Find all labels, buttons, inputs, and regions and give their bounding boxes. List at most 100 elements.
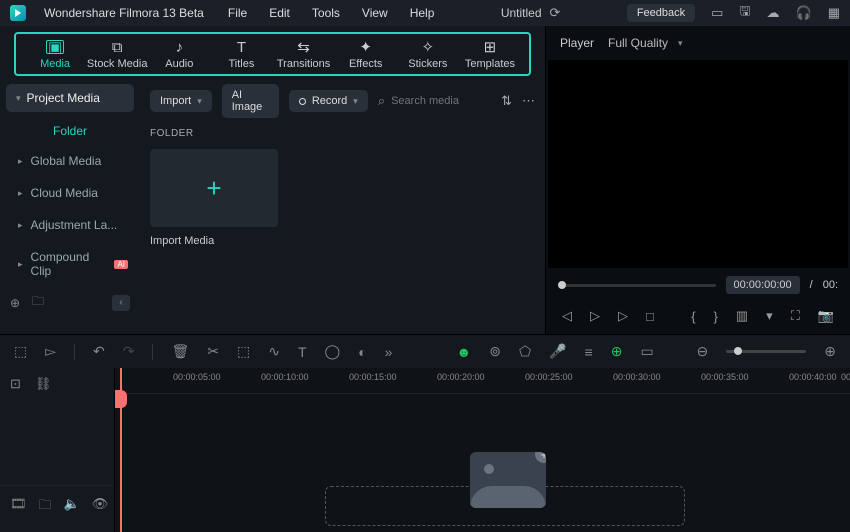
next-frame-icon[interactable]: ▷ <box>618 308 628 324</box>
mute-track-icon[interactable]: 🔈 <box>64 496 80 518</box>
undo-icon[interactable]: ↶ <box>93 343 105 360</box>
project-title[interactable]: Untitled <box>501 6 542 20</box>
timeline: ⊡ ⛓ 🎞 🗀 🔈 👁 00:00:05:00 00:00:10:00 00:0… <box>0 368 850 532</box>
sidebar-item-adjustment-layer[interactable]: ▸ Adjustment La... <box>6 210 134 240</box>
mixer-icon[interactable]: ≡ <box>585 344 593 360</box>
mark-out-icon[interactable]: } <box>714 309 718 324</box>
save-icon[interactable]: 🖫 <box>739 2 750 24</box>
track-type-icon[interactable]: 🎞 <box>10 496 27 518</box>
playback-settings-icon[interactable]: ▾ <box>766 308 773 324</box>
more-options-icon[interactable]: ⋯ <box>522 93 535 109</box>
add-track-icon[interactable]: 🗀 <box>39 496 52 518</box>
main-menu: File Edit Tools View Help <box>228 6 435 20</box>
tab-audio[interactable]: ♪ Audio <box>148 40 210 70</box>
sidebar-item-cloud-media[interactable]: ▸ Cloud Media <box>6 178 134 208</box>
chevron-right-icon: ▸ <box>18 188 23 199</box>
crop-icon[interactable]: ⬚ <box>237 343 250 360</box>
prev-frame-icon[interactable]: ◁ <box>562 308 572 324</box>
split-icon[interactable]: ✂ <box>207 343 219 360</box>
filter-icon[interactable]: ⇅ <box>501 93 512 109</box>
ruler-tick: 00:00:15:00 <box>349 372 397 382</box>
ruler-tick: 00:00:05:00 <box>173 372 221 382</box>
tab-media[interactable]: ▣ Media <box>24 40 86 70</box>
timeline-toolbar: ⬚ ▻ ↶ ↷ 🗑 ✂ ⬚ ∿ T ◯ ◐ » ☻ ⊚ ⬠ 🎤 ≡ ⊕ ▭ ⊖ … <box>0 334 850 368</box>
sidebar-item-compound-clip[interactable]: ▸ Compound Clip AI <box>6 242 134 286</box>
redo-icon[interactable]: ↷ <box>123 343 135 360</box>
tab-templates-label: Templates <box>465 58 515 70</box>
sidebar-item-global-media[interactable]: ▸ Global Media <box>6 146 134 176</box>
app-logo-icon <box>10 5 26 21</box>
cloud-icon[interactable]: ☁ <box>767 5 780 21</box>
mark-in-icon[interactable]: { <box>691 309 695 324</box>
dragged-clip-thumbnail[interactable]: + <box>470 452 546 508</box>
add-clip-icon[interactable]: + <box>535 452 546 463</box>
search-icon[interactable]: ⌕ <box>378 93 385 109</box>
ruler-tick: 00:00:40:00 <box>789 372 837 382</box>
chevron-down-icon: ▾ <box>197 96 202 107</box>
record-dot-icon <box>299 98 306 105</box>
search-input[interactable] <box>391 95 491 107</box>
track-area[interactable]: + <box>115 394 850 532</box>
zoom-slider[interactable] <box>726 350 806 353</box>
snapshot-icon[interactable]: 📷 <box>818 308 834 324</box>
stock-media-icon: ⧉ <box>108 40 126 54</box>
folder-filter[interactable]: Folder <box>6 114 134 144</box>
import-dropdown[interactable]: Import ▾ <box>150 90 212 112</box>
delete-icon[interactable]: 🗑 <box>171 343 189 360</box>
selection-tool-icon[interactable]: ⬚ <box>14 343 27 360</box>
ai-assistant-icon[interactable]: ☻ <box>456 344 471 360</box>
folder-icon[interactable]: 🗀 <box>32 292 44 313</box>
tab-stickers[interactable]: ✧ Stickers <box>397 40 459 70</box>
tab-templates[interactable]: ⊞ Templates <box>459 40 521 70</box>
collapse-sidebar-button[interactable]: ‹ <box>112 295 130 311</box>
visibility-icon[interactable]: 👁 <box>92 496 109 518</box>
link-toggle-icon[interactable]: ⛓ <box>35 376 52 392</box>
aspect-ratio-icon[interactable]: ▭ <box>640 343 653 360</box>
add-bin-icon[interactable]: ⊕ <box>10 296 20 310</box>
apps-grid-icon[interactable]: ▦ <box>828 5 840 21</box>
video-preview[interactable] <box>548 60 848 268</box>
render-icon[interactable]: ⊚ <box>489 343 501 360</box>
quality-dropdown[interactable]: Full Quality ▾ <box>608 36 683 50</box>
display-icon[interactable]: ▭ <box>711 5 723 21</box>
voiceover-icon[interactable]: 🎤 <box>549 343 566 360</box>
tab-titles[interactable]: T Titles <box>210 40 272 70</box>
menu-help[interactable]: Help <box>410 6 435 20</box>
pointer-tool-icon[interactable]: ▻ <box>45 343 56 360</box>
ai-image-button[interactable]: AI Image <box>222 84 279 118</box>
fullscreen-icon[interactable]: ⛶ <box>791 308 800 324</box>
menu-edit[interactable]: Edit <box>269 6 290 20</box>
play-icon[interactable]: ▷ <box>590 308 600 324</box>
menu-tools[interactable]: Tools <box>312 6 340 20</box>
chevron-right-icon: ▸ <box>18 220 23 231</box>
sync-status-icon[interactable]: ⟳ <box>550 5 561 21</box>
record-dropdown[interactable]: Record ▾ <box>289 90 368 112</box>
marker-icon[interactable]: ⬠ <box>519 343 531 360</box>
tab-transitions[interactable]: ⇆ Transitions <box>273 40 335 70</box>
color-icon[interactable]: ◐ <box>358 344 366 360</box>
speed-icon[interactable]: ∿ <box>268 343 280 360</box>
text-tool-icon[interactable]: T <box>298 344 307 360</box>
time-ruler[interactable]: 00:00:05:00 00:00:10:00 00:00:15:00 00:0… <box>115 368 850 394</box>
more-tools-icon[interactable]: » <box>385 344 393 360</box>
tab-stock-media[interactable]: ⧉ Stock Media <box>86 40 148 70</box>
stop-icon[interactable]: □ <box>646 309 654 324</box>
tab-effects[interactable]: ✦ Effects <box>335 40 397 70</box>
project-media-button[interactable]: ▾ Project Media <box>6 84 134 112</box>
media-tabs: ▣ Media ⧉ Stock Media ♪ Audio T Titles ⇆… <box>14 32 531 76</box>
zoom-out-icon[interactable]: ⊖ <box>697 343 709 360</box>
menu-file[interactable]: File <box>228 6 247 20</box>
playback-slider[interactable] <box>558 284 716 287</box>
feedback-button[interactable]: Feedback <box>627 4 695 22</box>
templates-icon: ⊞ <box>481 40 499 54</box>
auto-reframe-icon[interactable]: ⊕ <box>611 343 623 360</box>
keyframe-icon[interactable]: ◯ <box>325 343 341 360</box>
zoom-in-icon[interactable]: ⊕ <box>824 343 836 360</box>
sidebar-item-label: Compound Clip <box>31 250 105 278</box>
layout-icon[interactable]: ▥ <box>736 308 748 324</box>
menu-view[interactable]: View <box>362 6 388 20</box>
support-icon[interactable]: 🎧 <box>796 5 812 21</box>
timeline-settings-icon[interactable]: ⊡ <box>10 376 21 392</box>
ruler-tick: 00:00:30:00 <box>613 372 661 382</box>
import-media-tile[interactable]: + <box>150 149 278 227</box>
